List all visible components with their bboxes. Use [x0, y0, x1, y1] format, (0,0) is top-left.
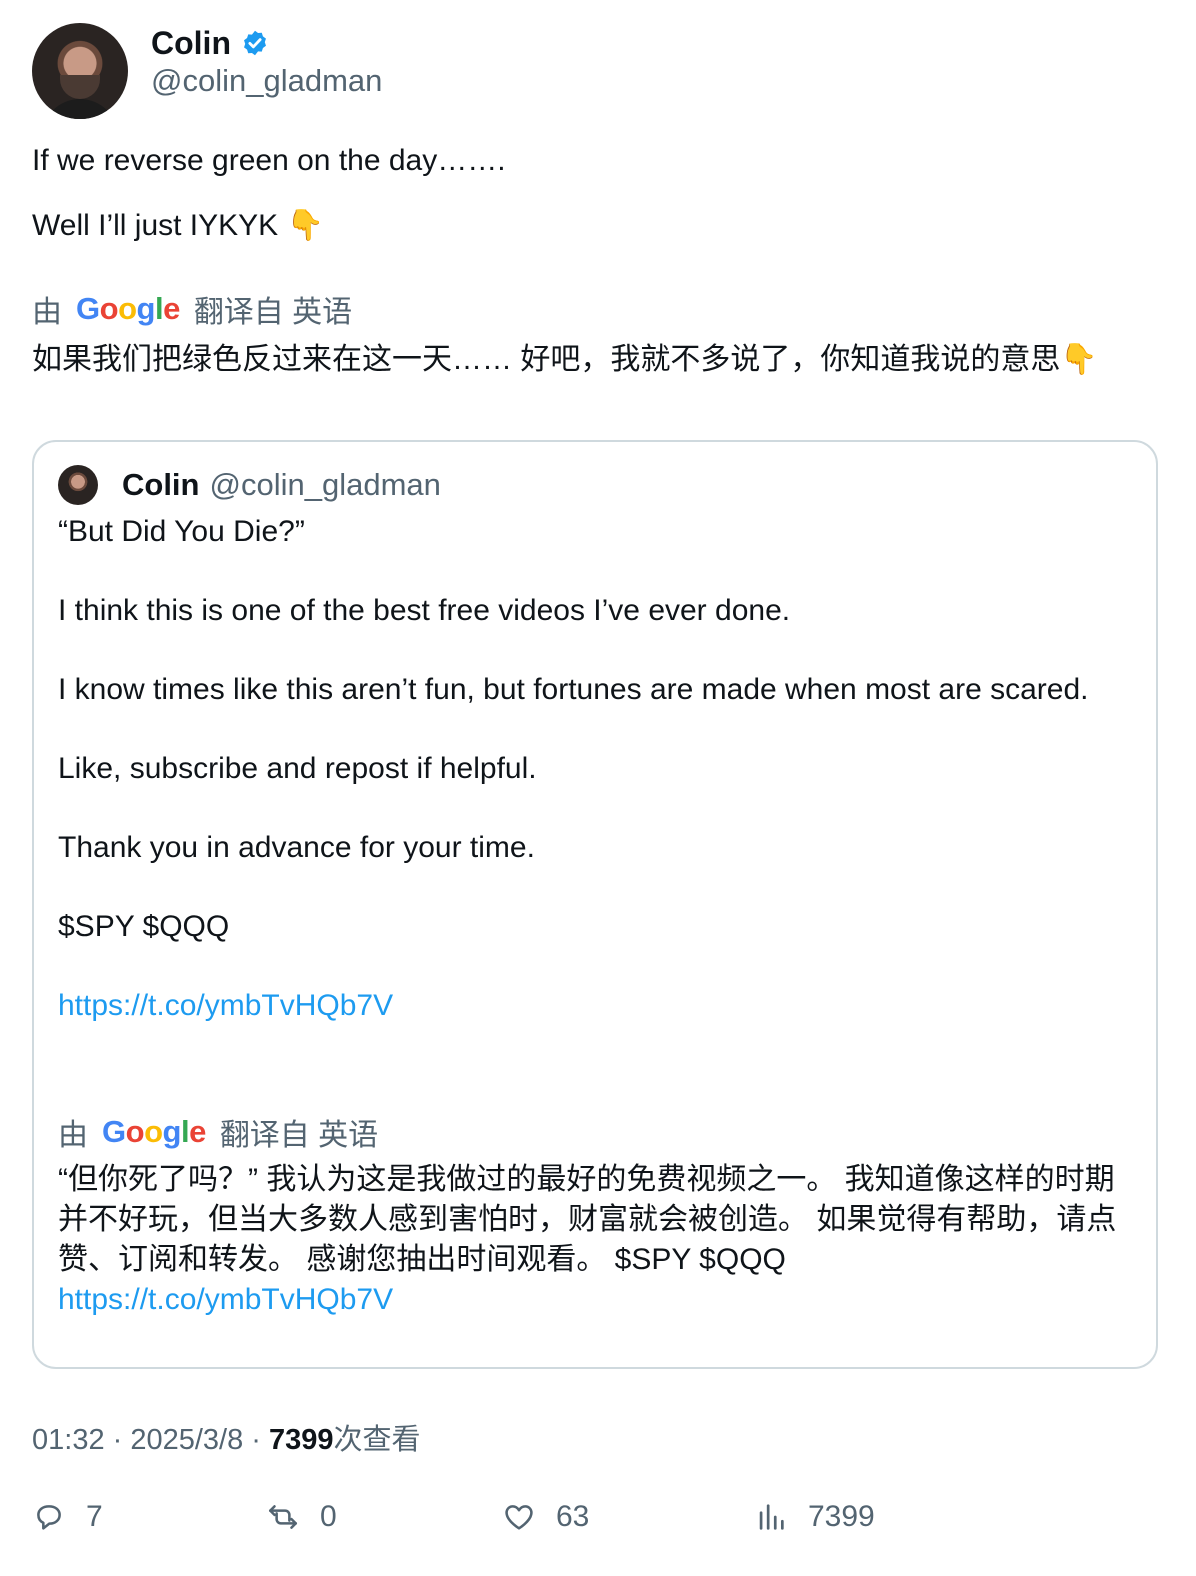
tweet-view-suffix: 次查看 — [333, 1424, 421, 1456]
quoted-paragraph: Thank you in advance for your time. — [58, 831, 535, 864]
verified-badge-icon — [244, 30, 266, 56]
meta-separator: · — [243, 1424, 270, 1456]
avatar-beard — [60, 75, 100, 99]
translated-text: 如果我们把绿色反过来在这一天…… 好吧，我就不多说了，你知道我说的意思👇 — [32, 343, 1098, 376]
like-count: 63 — [556, 1500, 590, 1533]
translated-from-label: 翻译自 英语 — [193, 296, 353, 329]
like-button[interactable]: 63 — [502, 1500, 589, 1534]
heart-icon — [505, 1505, 533, 1530]
tweet-header: Colin @colin_gladman — [32, 23, 1132, 121]
reply-button[interactable]: 7 — [32, 1500, 103, 1534]
avatar-shirt — [42, 99, 118, 119]
reply-icon — [37, 1505, 61, 1530]
reply-count: 7 — [86, 1500, 103, 1533]
quoted-translated-by-row[interactable]: 由 Google 翻译自 英语 — [58, 1110, 1133, 1154]
quoted-paragraph: Like, subscribe and repost if helpful. — [58, 752, 537, 785]
quoted-tweet-body: “But Did You Die?” I think this is one o… — [58, 512, 1128, 1065]
author-name[interactable]: Colin — [151, 25, 231, 62]
repost-icon — [268, 1505, 298, 1529]
quoted-link[interactable]: https://t.co/ymbTvHQb7V — [58, 989, 393, 1022]
views-button[interactable]: 7399 — [754, 1500, 875, 1534]
quoted-author-handle[interactable]: @colin_gladman — [210, 467, 441, 503]
quoted-translated-body: “但你死了吗？” 我认为这是我做过的最好的免费视频之一。 我知道像这样的时期并不… — [58, 1163, 1117, 1276]
quoted-paragraph: I think this is one of the best free vid… — [58, 594, 791, 627]
quoted-translated-from-label: 翻译自 英语 — [219, 1119, 379, 1152]
translated-by-row[interactable]: 由 Google 翻译自 英语 — [32, 287, 1162, 331]
tweet-actions: 7 0 63 7399 — [32, 1500, 1162, 1544]
analytics-icon — [759, 1504, 784, 1530]
tweet-view-count: 7399 — [269, 1424, 334, 1456]
tweet-date[interactable]: 2025/3/8 — [130, 1424, 243, 1456]
tweet-meta: 01:32 · 2025/3/8 · 7399次查看 — [32, 1416, 421, 1458]
quoted-paragraph: $SPY $QQQ — [58, 910, 230, 943]
quoted-translated-link[interactable]: https://t.co/ymbTvHQb7V — [58, 1280, 1133, 1320]
repost-count: 0 — [320, 1500, 337, 1533]
quoted-tweet-card[interactable]: Colin @colin_gladman “But Did You Die?” … — [32, 440, 1158, 1369]
tweet-time[interactable]: 01:32 — [32, 1424, 105, 1456]
quoted-author-name[interactable]: Colin — [122, 467, 200, 503]
meta-separator: · — [104, 1424, 131, 1456]
quoted-translated-text: “但你死了吗？” 我认为这是我做过的最好的免费视频之一。 我知道像这样的时期并不… — [58, 1160, 1133, 1320]
tweet-line-2: Well I’ll just IYKYK 👇 — [32, 209, 324, 242]
quoted-translation: 由 Google 翻译自 英语 “但你死了吗？” 我认为这是我做过的最好的免费视… — [58, 1110, 1133, 1320]
tweet-text: If we reverse green on the day……. Well I… — [32, 142, 1162, 245]
views-count: 7399 — [808, 1500, 875, 1533]
quoted-paragraph: I know times like this aren’t fun, but f… — [58, 673, 1089, 706]
tweet-translation: 由 Google 翻译自 英语 如果我们把绿色反过来在这一天…… 好吧，我就不多… — [32, 287, 1162, 379]
author-avatar[interactable] — [32, 23, 128, 119]
author-name-row: Colin — [151, 23, 269, 63]
repost-button[interactable]: 0 — [266, 1500, 337, 1534]
translated-by-label: 由 — [32, 296, 62, 329]
quoted-translated-by-label: 由 — [58, 1119, 88, 1152]
quoted-tweet-header: Colin @colin_gladman — [58, 465, 441, 505]
quoted-paragraph: “But Did You Die?” — [58, 515, 305, 548]
google-logo-icon: Google — [102, 1114, 206, 1149]
tweet-line-1: If we reverse green on the day……. — [32, 144, 506, 177]
author-handle[interactable]: @colin_gladman — [151, 63, 382, 99]
quoted-author-avatar[interactable] — [58, 465, 98, 505]
google-logo-icon: Google — [76, 291, 180, 326]
